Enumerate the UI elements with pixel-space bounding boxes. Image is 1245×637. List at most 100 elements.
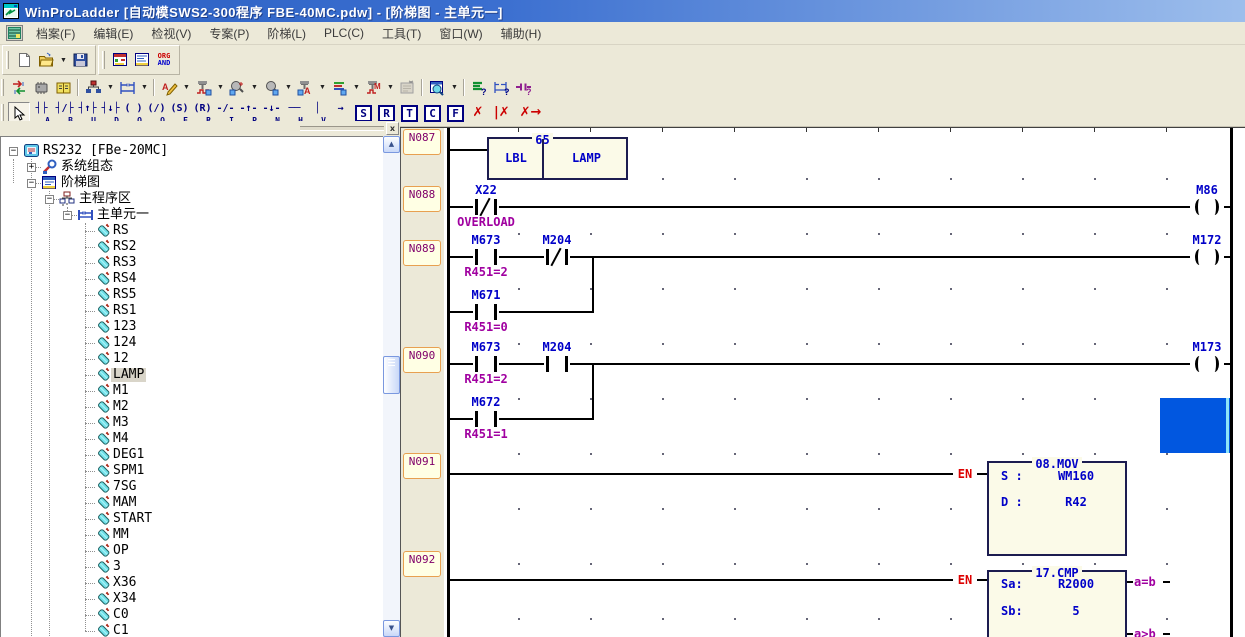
delete-tool-1-button[interactable]: |✗: [489, 102, 515, 124]
tree-item-rs4[interactable]: RS4: [1, 271, 383, 287]
edit-cursor-cell[interactable]: [1160, 398, 1230, 453]
label-function-block[interactable]: 65LBLLAMP: [487, 137, 628, 180]
tree-item-124[interactable]: 124: [1, 335, 383, 351]
ladder-canvas[interactable]: [444, 128, 1245, 637]
chip-button[interactable]: [30, 77, 52, 99]
component-wave-button[interactable]: [192, 77, 214, 99]
edit-comment-button[interactable]: A: [158, 77, 180, 99]
tree-item-m3[interactable]: M3: [1, 415, 383, 431]
tree-item-12[interactable]: 12: [1, 351, 383, 367]
monitor-config-button[interactable]: [226, 77, 248, 99]
toolbar-grip[interactable]: [6, 51, 9, 69]
menu-item-1[interactable]: 编辑(E): [84, 22, 142, 45]
no-contact-M671[interactable]: [473, 303, 499, 321]
network-badge-N089[interactable]: N089: [403, 240, 441, 266]
menu-item-7[interactable]: 窗口(W): [430, 22, 491, 45]
tree-item-rs232-fbe-20mc-[interactable]: −RS232 [FBe-20MC]: [1, 143, 383, 159]
io-transfer-button[interactable]: [8, 77, 30, 99]
menu-item-6[interactable]: 工具(T): [373, 22, 430, 45]
toolbar-grip[interactable]: [1, 79, 4, 97]
collapse-icon[interactable]: −: [45, 195, 54, 204]
help-ladder-button[interactable]: ?: [490, 77, 512, 99]
tree-item-123[interactable]: 123: [1, 319, 383, 335]
dropdown-arrow-icon[interactable]: ▼: [105, 77, 116, 99]
disabled-box-button[interactable]: [396, 77, 418, 99]
tree-item-rs3[interactable]: RS3: [1, 255, 383, 271]
toolbar-grip[interactable]: [1, 104, 4, 122]
mdi-child-icon[interactable]: [6, 25, 23, 41]
dropdown-arrow-icon[interactable]: ▼: [351, 77, 362, 99]
tree-item-spm1[interactable]: SPM1: [1, 463, 383, 479]
project-tree-button[interactable]: [82, 77, 104, 99]
open-file-button[interactable]: [35, 49, 57, 71]
output-coil-M173[interactable]: [1190, 355, 1224, 373]
tree-item-7sg[interactable]: 7SG: [1, 479, 383, 495]
dropdown-arrow-icon[interactable]: ▼: [449, 77, 460, 99]
collapse-icon[interactable]: −: [63, 211, 72, 220]
tree-item--[interactable]: −阶梯图: [1, 175, 383, 191]
function-block-08-MOV[interactable]: 08.MOVS :WM160D :R42: [987, 461, 1127, 556]
menu-item-8[interactable]: 辅助(H): [492, 22, 551, 45]
dropdown-arrow-icon[interactable]: ▼: [139, 77, 150, 99]
close-panel-icon[interactable]: x: [386, 122, 399, 135]
menu-item-3[interactable]: 专案(P): [200, 22, 258, 45]
tree-item-op[interactable]: OP: [1, 543, 383, 559]
tree-item-start[interactable]: START: [1, 511, 383, 527]
nc-contact-X22[interactable]: [473, 198, 499, 216]
menu-item-4[interactable]: 阶梯(L): [258, 22, 315, 45]
dropdown-arrow-icon[interactable]: ▼: [58, 49, 69, 71]
network-badge-N091[interactable]: N091: [403, 453, 441, 479]
expand-icon[interactable]: +: [27, 163, 36, 172]
network-badge-N087[interactable]: N087: [403, 129, 441, 155]
tree-item-c0[interactable]: C0: [1, 607, 383, 623]
dropdown-arrow-icon[interactable]: ▼: [317, 77, 328, 99]
delete-tool-0-button[interactable]: ✗: [467, 102, 489, 124]
tree-item-x34[interactable]: X34: [1, 591, 383, 607]
collapse-icon[interactable]: −: [27, 179, 36, 188]
tree-item-3[interactable]: 3: [1, 559, 383, 575]
network-badge-N088[interactable]: N088: [403, 186, 441, 212]
component-a-button[interactable]: A: [294, 77, 316, 99]
dropdown-arrow-icon[interactable]: ▼: [283, 77, 294, 99]
menu-item-5[interactable]: PLC(C): [315, 23, 373, 43]
scroll-down-icon[interactable]: ▼: [383, 620, 400, 637]
function-C-button[interactable]: C: [421, 102, 444, 124]
toolbar-grip[interactable]: [102, 51, 105, 69]
ladder-window-button[interactable]: [109, 49, 131, 71]
no-contact-M204[interactable]: [544, 355, 570, 373]
tree-item--[interactable]: −主程序区: [1, 191, 383, 207]
no-contact-M673[interactable]: [473, 248, 499, 266]
tree-item-rs5[interactable]: RS5: [1, 287, 383, 303]
tree-item-mam[interactable]: MAM: [1, 495, 383, 511]
menu-item-0[interactable]: 档案(F): [27, 22, 84, 45]
help-list-button[interactable]: ?: [468, 77, 490, 99]
panel-splitter-handle[interactable]: [300, 126, 384, 131]
tree-item-m4[interactable]: M4: [1, 431, 383, 447]
tree-scrollbar[interactable]: ▲ ▼: [383, 136, 400, 637]
network-badge-N092[interactable]: N092: [403, 551, 441, 577]
dropdown-arrow-icon[interactable]: ▼: [249, 77, 260, 99]
function-T-button[interactable]: T: [398, 102, 421, 124]
no-contact-M673[interactable]: [473, 355, 499, 373]
tree-item-c1[interactable]: C1: [1, 623, 383, 637]
new-file-button[interactable]: [13, 49, 35, 71]
tree-item-rs1[interactable]: RS1: [1, 303, 383, 319]
function-F-button[interactable]: F: [444, 102, 467, 124]
dropdown-arrow-icon[interactable]: ▼: [215, 77, 226, 99]
tree-item-mm[interactable]: MM: [1, 527, 383, 543]
instruction-window-button[interactable]: [131, 49, 153, 71]
collapse-icon[interactable]: −: [9, 147, 18, 156]
status-list-button[interactable]: [328, 77, 350, 99]
no-contact-M672[interactable]: [473, 410, 499, 428]
scrollbar-thumb[interactable]: [383, 356, 400, 394]
tree-item--[interactable]: −主单元一: [1, 207, 383, 223]
tree-item-m1[interactable]: M1: [1, 383, 383, 399]
help-contact-button[interactable]: ?: [512, 77, 534, 99]
tree-item-m2[interactable]: M2: [1, 399, 383, 415]
tree-item-rs[interactable]: RS: [1, 223, 383, 239]
dropdown-arrow-icon[interactable]: ▼: [181, 77, 192, 99]
tree-item-deg1[interactable]: DEG1: [1, 447, 383, 463]
delete-tool-2-button[interactable]: ✗→: [515, 102, 547, 124]
nc-contact-M204[interactable]: [544, 248, 570, 266]
function-block-17-CMP[interactable]: 17.CMPSa:R2000Sb:5: [987, 570, 1127, 637]
